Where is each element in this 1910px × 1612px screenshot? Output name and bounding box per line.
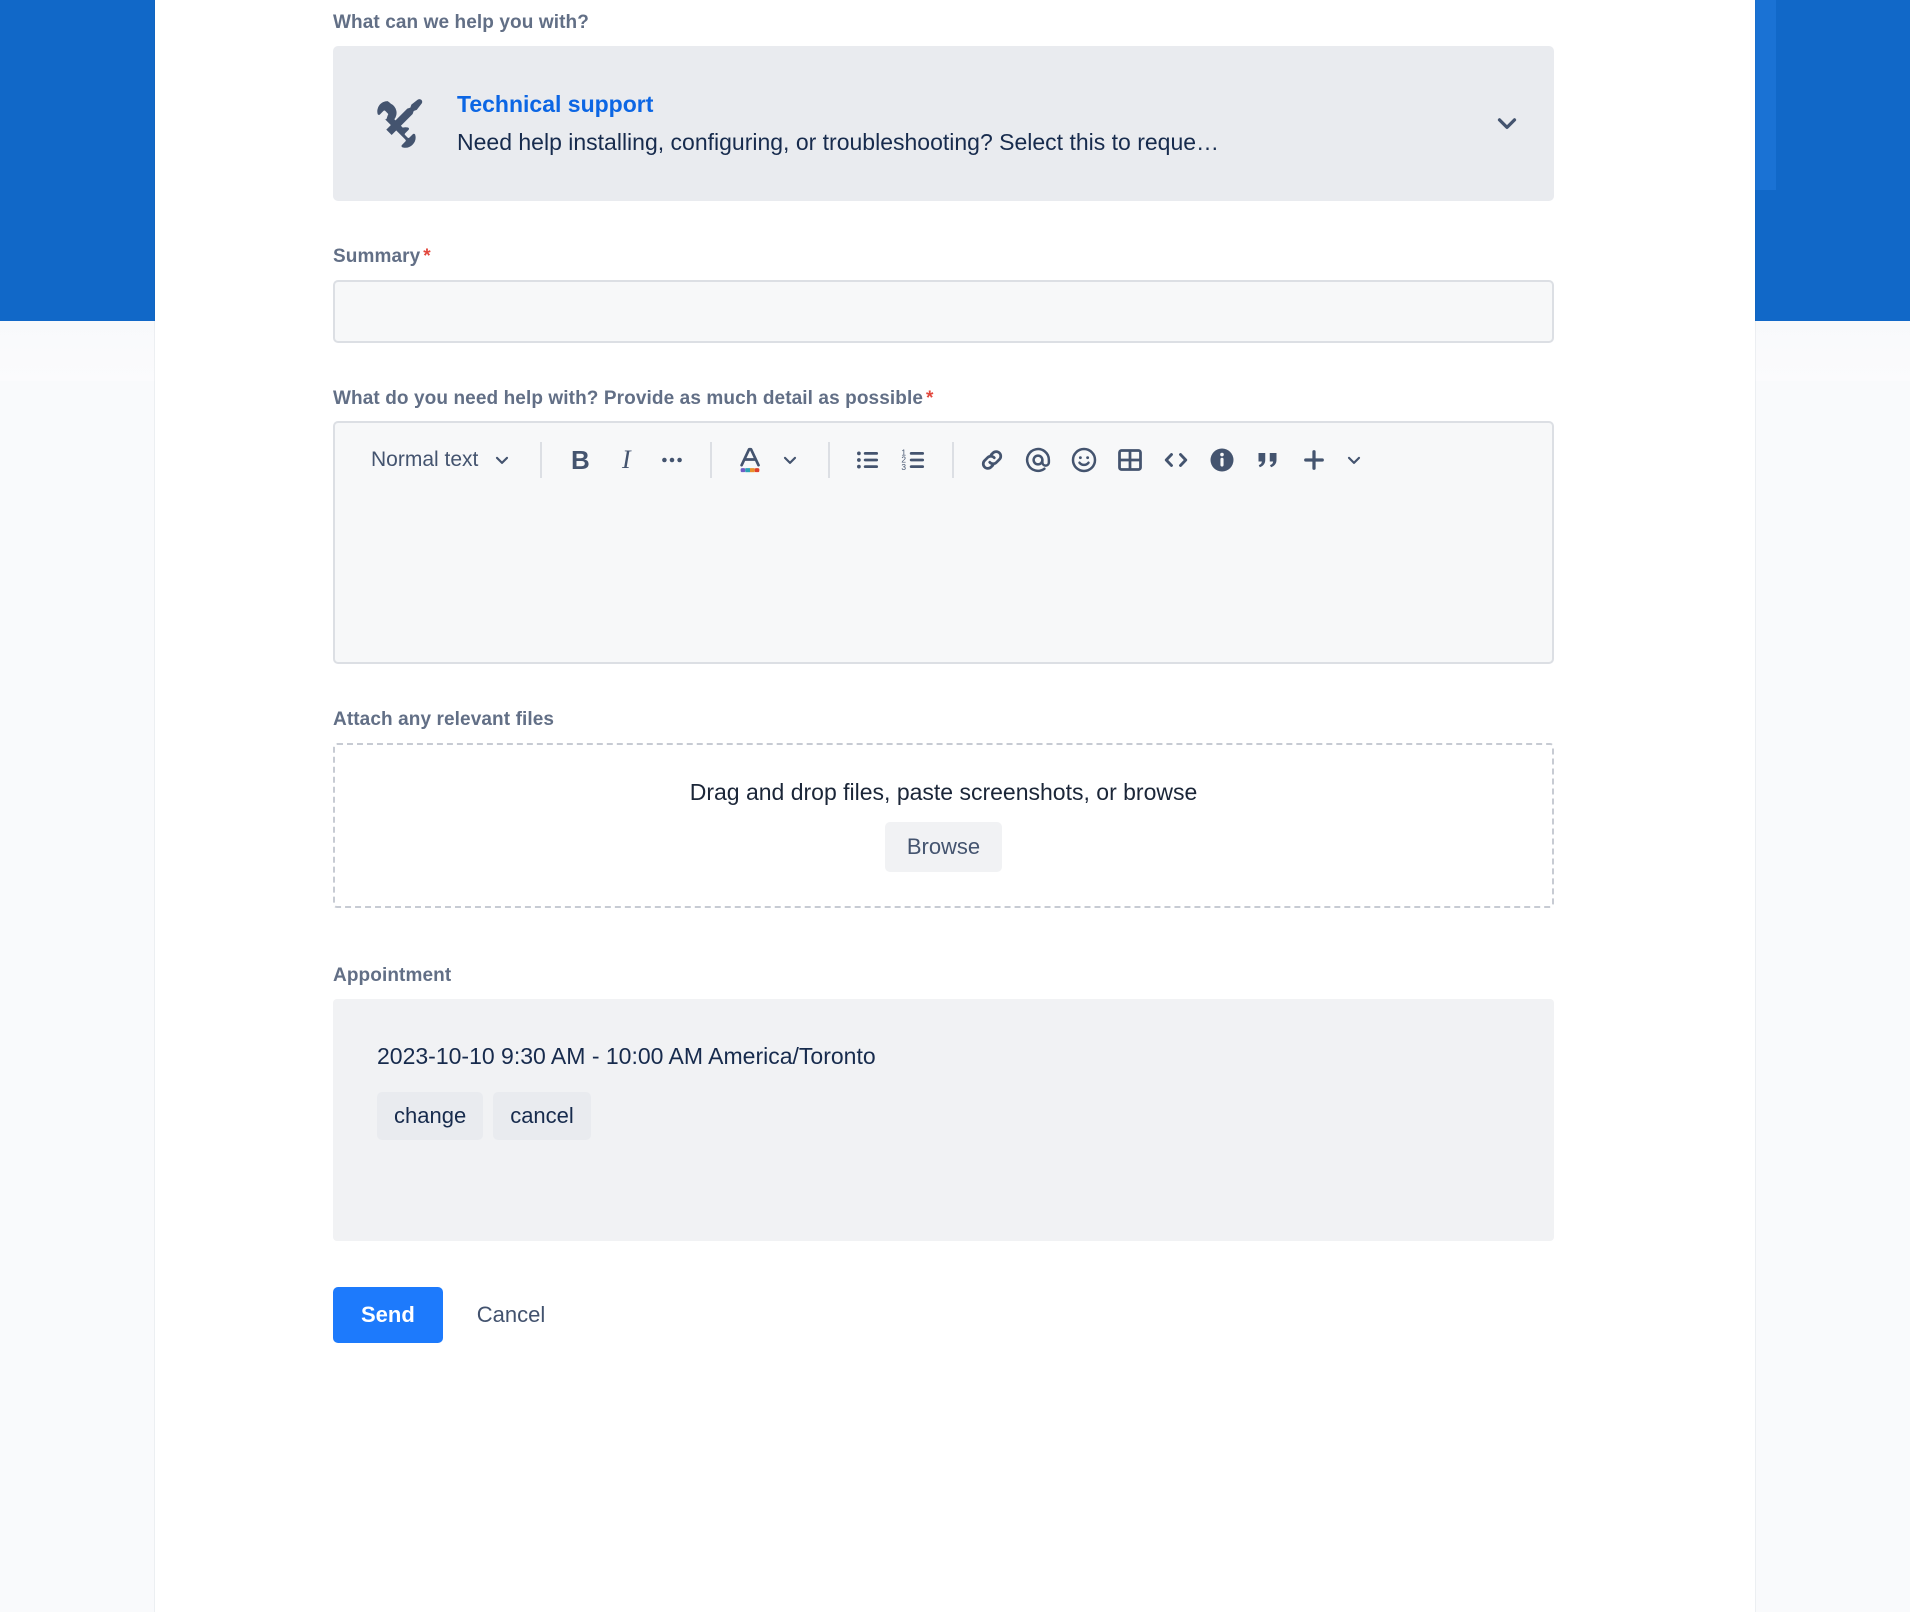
appointment-field: Appointment 2023-10-10 9:30 AM - 10:00 A… xyxy=(333,965,1554,1241)
appointment-actions: change cancel xyxy=(377,1091,1554,1140)
summary-input[interactable] xyxy=(333,279,1554,343)
request-type-text: Technical support Need help installing, … xyxy=(457,87,1472,160)
insert-more-chevron-icon[interactable] xyxy=(1334,438,1374,482)
summary-required-marker: * xyxy=(423,245,431,267)
appointment-panel: 2023-10-10 9:30 AM - 10:00 AM America/To… xyxy=(333,998,1554,1241)
chevron-down-icon[interactable] xyxy=(1492,108,1522,138)
bullet-list-button[interactable] xyxy=(848,438,888,482)
text-color-chevron-icon[interactable] xyxy=(770,438,810,482)
description-required-marker: * xyxy=(926,387,934,409)
attachments-label: Attach any relevant files xyxy=(333,709,555,731)
toolbar-divider xyxy=(828,442,831,479)
link-button[interactable] xyxy=(972,438,1012,482)
editor-toolbar: Normal text B I 1 2 3 xyxy=(335,423,1552,497)
toolbar-divider xyxy=(540,442,543,479)
toolbar-divider xyxy=(952,442,955,479)
description-editor: Normal text B I 1 2 3 xyxy=(333,421,1554,665)
request-type-field: What can we help you with? Technical sup… xyxy=(333,0,1554,201)
numbered-list-button[interactable]: 1 2 3 xyxy=(894,438,934,482)
description-editor-body[interactable] xyxy=(335,497,1552,662)
summary-label-text: Summary xyxy=(333,245,421,267)
appointment-label: Appointment xyxy=(333,965,452,987)
cancel-button[interactable]: Cancel xyxy=(455,1287,567,1343)
text-color-button[interactable] xyxy=(730,438,770,482)
emoji-smiley-button[interactable] xyxy=(1064,438,1104,482)
info-circle-button[interactable] xyxy=(1202,438,1242,482)
appointment-change-button[interactable]: change xyxy=(377,1091,484,1140)
attachment-dropzone[interactable]: Drag and drop files, paste screenshots, … xyxy=(333,743,1554,909)
code-brackets-button[interactable] xyxy=(1156,438,1196,482)
page-root: What can we help you with? Technical sup… xyxy=(0,0,1910,1612)
description-field: What do you need help with? Provide as m… xyxy=(333,388,1554,665)
appointment-slot: 2023-10-10 9:30 AM - 10:00 AM America/To… xyxy=(377,1042,876,1069)
toolbar-divider xyxy=(710,442,713,479)
text-style-label: Normal text xyxy=(371,448,479,472)
summary-field: Summary * xyxy=(333,246,1554,343)
italic-button[interactable]: I xyxy=(606,438,646,482)
more-formatting-button[interactable] xyxy=(652,438,692,482)
appointment-cancel-button[interactable]: cancel xyxy=(493,1091,591,1140)
attachments-field: Attach any relevant files Drag and drop … xyxy=(333,709,1554,909)
request-form-card: What can we help you with? Technical sup… xyxy=(155,0,1755,1612)
insert-more-button[interactable] xyxy=(1294,438,1334,482)
request-type-label: What can we help you with? xyxy=(333,12,589,33)
summary-label: Summary * xyxy=(333,246,1554,269)
bold-button[interactable]: B xyxy=(560,438,600,482)
svg-text:3: 3 xyxy=(902,462,907,472)
create-request-form: What can we help you with? Technical sup… xyxy=(333,0,1554,1343)
quote-marks-button[interactable] xyxy=(1248,438,1288,482)
mention-at-button[interactable] xyxy=(1018,438,1058,482)
chevron-down-icon xyxy=(492,450,512,470)
dropzone-instruction: Drag and drop files, paste screenshots, … xyxy=(689,779,1198,806)
request-type-selector[interactable]: Technical support Need help installing, … xyxy=(333,45,1554,201)
request-type-title: Technical support xyxy=(457,90,654,117)
table-button[interactable] xyxy=(1110,438,1150,482)
request-type-description: Need help installing, configuring, or tr… xyxy=(457,129,1220,156)
wrench-screwdriver-icon xyxy=(371,95,427,151)
form-actions: Send Cancel xyxy=(333,1286,1554,1343)
page-scrollbar[interactable] xyxy=(1755,0,1776,190)
description-label: What do you need help with? Provide as m… xyxy=(333,388,1554,411)
browse-button[interactable]: Browse xyxy=(884,822,1003,873)
text-style-dropdown[interactable]: Normal text xyxy=(357,438,522,482)
description-label-text: What do you need help with? Provide as m… xyxy=(333,387,924,409)
send-button[interactable]: Send xyxy=(333,1286,443,1343)
